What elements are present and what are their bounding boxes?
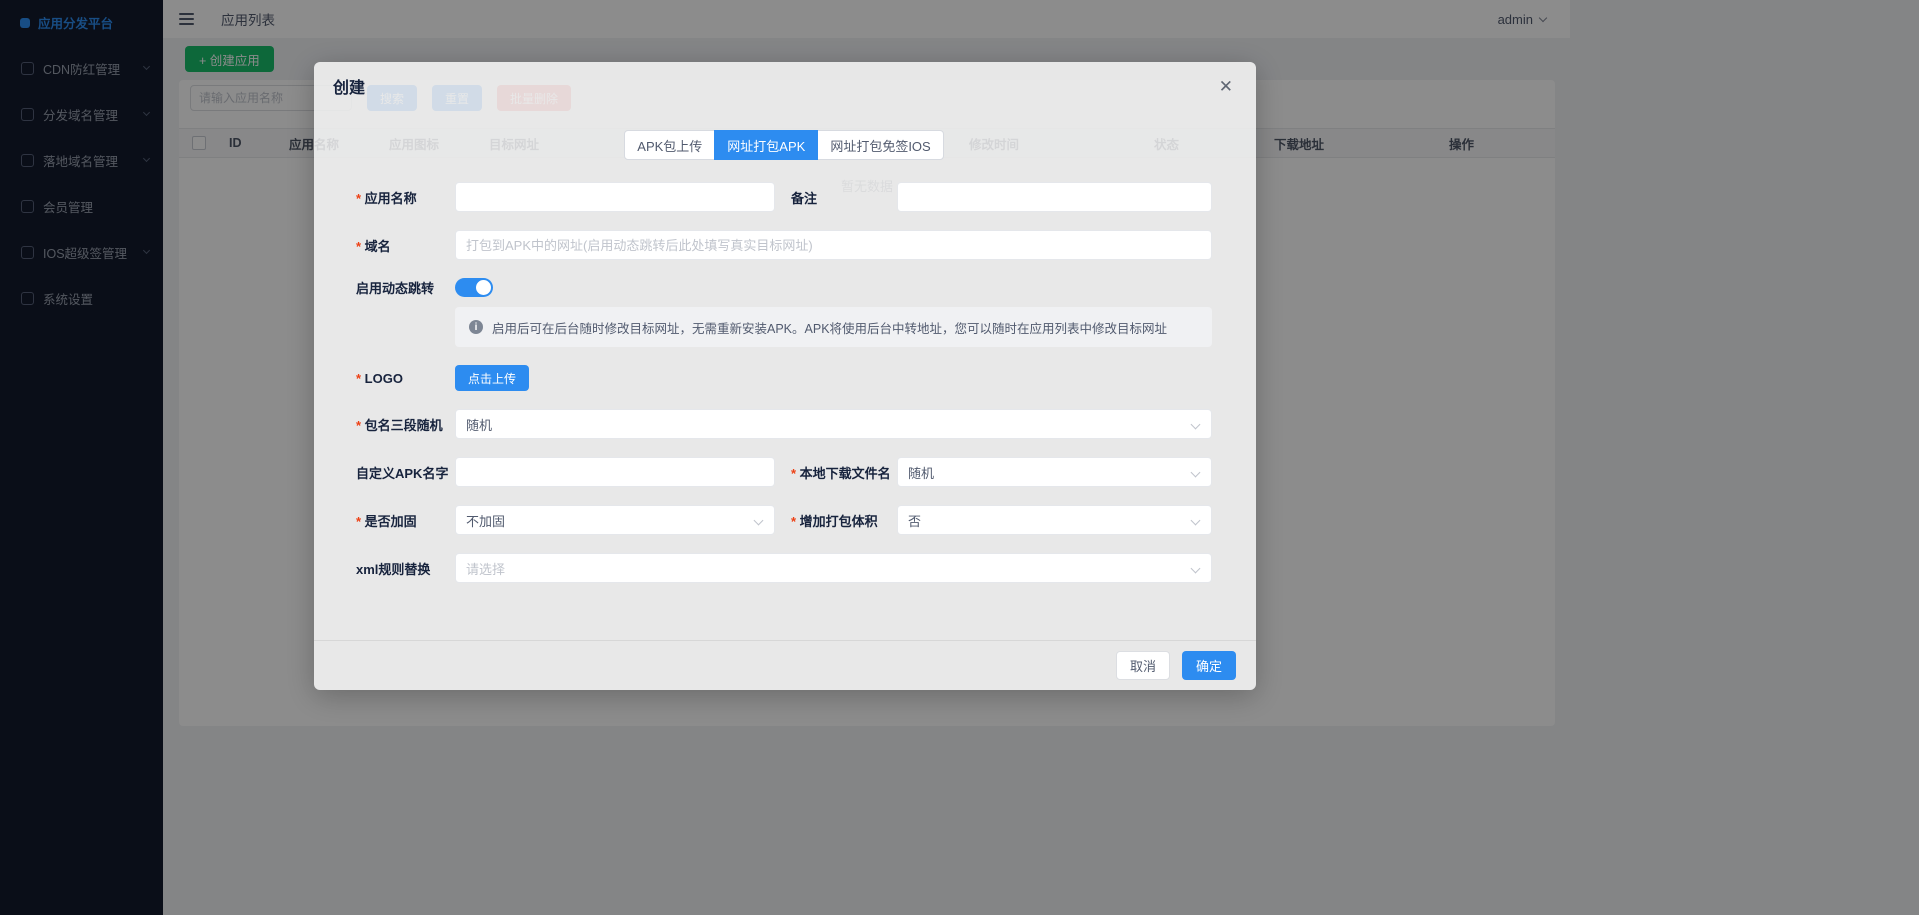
select-value: 随机: [908, 463, 934, 482]
remark-input[interactable]: [897, 182, 1212, 212]
app-name-label: 应用名称: [356, 188, 455, 207]
cancel-button[interactable]: 取消: [1116, 651, 1170, 680]
app-name-input[interactable]: [455, 182, 775, 212]
tip-row: 启用后可在后台随时修改目标网址，无需重新安装APK。APK将使用后台中转地址，您…: [455, 307, 1212, 347]
tab-apk-upload[interactable]: APK包上传: [624, 130, 715, 160]
download-filename-select[interactable]: 随机: [897, 457, 1212, 487]
modal-body: APK包上传 网址打包APK 网址打包免签IOS 应用名称 备注 域名 启用动态…: [314, 110, 1256, 583]
dynamic-redirect-tip: 启用后可在后台随时修改目标网址，无需重新安装APK。APK将使用后台中转地址，您…: [455, 307, 1212, 347]
download-filename-label: 本地下载文件名: [791, 463, 897, 482]
logo-label: LOGO: [356, 371, 455, 386]
modal-header: 创建: [314, 62, 1256, 110]
select-placeholder: 请选择: [466, 559, 505, 578]
select-value: 随机: [466, 415, 492, 434]
select-value: 不加固: [466, 511, 505, 530]
package-size-select[interactable]: 否: [897, 505, 1212, 535]
tab-url-to-apk[interactable]: 网址打包APK: [714, 130, 818, 160]
tip-text: 启用后可在后台随时修改目标网址，无需重新安装APK。APK将使用后台中转地址，您…: [492, 318, 1167, 337]
domain-label: 域名: [356, 236, 455, 255]
confirm-button[interactable]: 确定: [1182, 651, 1236, 680]
xml-rule-label: xml规则替换: [356, 559, 455, 578]
modal-title: 创建: [333, 74, 365, 98]
chevron-down-icon: [1191, 468, 1201, 478]
custom-apk-name-label: 自定义APK名字: [356, 463, 455, 482]
modal-footer: 取消 确定: [314, 640, 1256, 690]
upload-logo-button[interactable]: 点击上传: [455, 365, 529, 391]
packaging-mode-tabs: APK包上传 网址打包APK 网址打包免签IOS: [356, 130, 1212, 160]
chevron-down-icon: [1191, 516, 1201, 526]
info-icon: [469, 320, 483, 334]
harden-select[interactable]: 不加固: [455, 505, 775, 535]
xml-rule-select[interactable]: 请选择: [455, 553, 1212, 583]
harden-label: 是否加固: [356, 511, 455, 530]
package-size-label: 增加打包体积: [791, 511, 897, 530]
package-name-select[interactable]: 随机: [455, 409, 1212, 439]
close-icon[interactable]: [1215, 74, 1237, 99]
dynamic-redirect-label: 启用动态跳转: [356, 278, 455, 297]
chevron-down-icon: [1191, 564, 1201, 574]
dynamic-redirect-toggle[interactable]: [455, 278, 493, 297]
chevron-down-icon: [754, 516, 764, 526]
domain-input[interactable]: [455, 230, 1212, 260]
remark-label: 备注: [791, 188, 897, 207]
toggle-knob: [476, 280, 491, 295]
chevron-down-icon: [1191, 420, 1201, 430]
select-value: 否: [908, 511, 921, 530]
custom-apk-name-input[interactable]: [455, 457, 775, 487]
tab-url-to-ios[interactable]: 网址打包免签IOS: [817, 130, 943, 160]
create-modal: 创建 APK包上传 网址打包APK 网址打包免签IOS 应用名称 备注 域名 启…: [314, 62, 1256, 690]
package-name-label: 包名三段随机: [356, 415, 455, 434]
